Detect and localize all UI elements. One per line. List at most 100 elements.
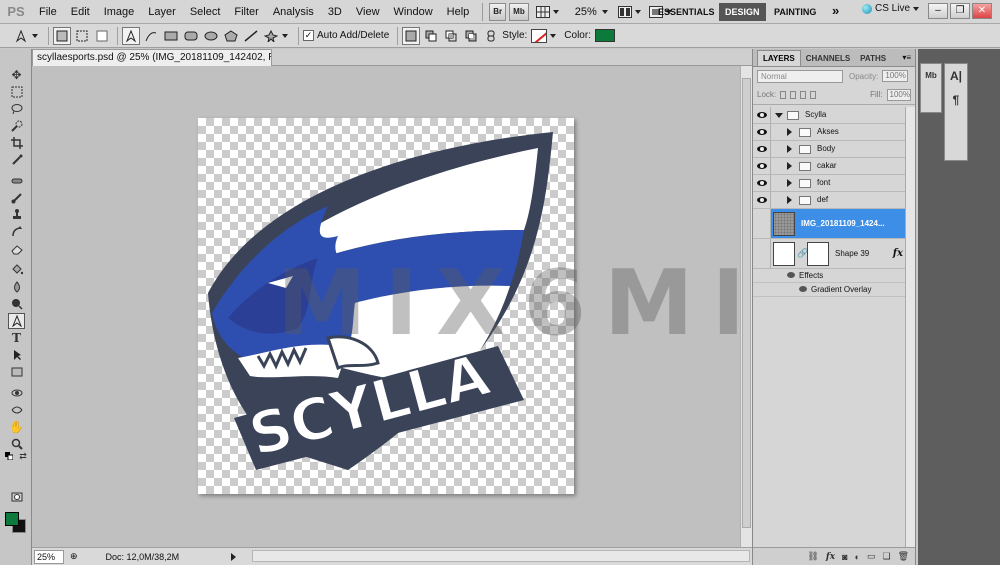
blur-tool-icon[interactable] (8, 279, 25, 295)
workspace-essentials[interactable]: ESSENTIALS (652, 3, 721, 21)
auto-add-delete-checkbox[interactable]: ✓ (303, 30, 314, 41)
lasso-tool-icon[interactable] (8, 101, 25, 117)
layer-group-def[interactable]: def (753, 192, 915, 209)
status-zoom-field[interactable]: 25% (34, 549, 64, 564)
visibility-toggle[interactable] (753, 192, 771, 208)
layer-group-scylla[interactable]: Scylla (753, 107, 915, 124)
expand-arrow-icon[interactable] (787, 196, 792, 204)
layers-scrollbar[interactable] (905, 107, 915, 547)
quick-selection-tool-icon[interactable] (8, 118, 25, 134)
dodge-tool-icon[interactable] (8, 296, 25, 312)
layer-img-selected[interactable]: IMG_20181109_1424... (753, 209, 915, 239)
path-combine-subtract-button[interactable] (422, 27, 440, 45)
lock-image-icon[interactable] (790, 90, 797, 99)
tab-paths[interactable]: PATHS (855, 51, 891, 66)
mini-bridge-panel-icon[interactable]: Mb (921, 64, 941, 88)
expand-arrow-icon[interactable] (787, 145, 792, 153)
menu-image[interactable]: Image (97, 0, 142, 24)
menu-select[interactable]: Select (183, 0, 228, 24)
cs-live-button[interactable]: CS Live (862, 3, 920, 14)
expand-arrow-icon[interactable] (787, 128, 792, 136)
paragraph-panel-icon[interactable]: ¶ (945, 88, 967, 112)
visibility-toggle[interactable] (753, 239, 771, 268)
visibility-toggle[interactable] (753, 124, 771, 140)
lock-position-icon[interactable] (800, 90, 807, 99)
link-layers-icon[interactable]: ⛓ (807, 551, 818, 562)
effect-gradient-overlay-row[interactable]: Gradient Overlay (753, 283, 915, 297)
style-picker[interactable] (531, 28, 548, 43)
swap-colors-icon[interactable]: ⇄ (18, 451, 28, 461)
path-combine-intersect-button[interactable] (442, 27, 460, 45)
fill-field[interactable]: 100% (886, 88, 911, 101)
rounded-rectangle-tool-button[interactable] (182, 27, 200, 45)
menu-3d[interactable]: 3D (321, 0, 349, 24)
rectangle-tool-icon[interactable] (8, 364, 25, 380)
eraser-tool-icon[interactable] (8, 241, 25, 257)
pen-tool-button[interactable] (122, 26, 140, 45)
lock-all-icon[interactable] (810, 90, 817, 99)
foreground-color-swatch[interactable] (5, 512, 19, 526)
visibility-toggle[interactable] (753, 209, 771, 238)
crop-tool-icon[interactable] (8, 135, 25, 151)
effects-row[interactable]: Effects (753, 269, 915, 283)
expand-arrow-icon[interactable] (787, 162, 792, 170)
workspace-painting[interactable]: PAINTING (768, 3, 822, 21)
color-swatch[interactable] (594, 29, 615, 42)
paint-bucket-tool-icon[interactable] (8, 262, 25, 278)
menu-analysis[interactable]: Analysis (266, 0, 321, 24)
opacity-field[interactable]: 100% (882, 70, 909, 82)
freeform-pen-button[interactable] (142, 27, 160, 45)
layer-group-akses[interactable]: Akses (753, 124, 915, 141)
move-tool-icon[interactable]: ✥ (8, 67, 25, 83)
add-style-icon[interactable]: fx (826, 552, 835, 562)
path-selection-tool-icon[interactable] (8, 347, 25, 363)
zoom-preview-icon[interactable]: ⊕ (70, 551, 78, 562)
new-group-icon[interactable]: ▭ (867, 551, 876, 562)
eye-icon[interactable] (787, 272, 795, 278)
layer-group-body[interactable]: Body (753, 141, 915, 158)
zoom-level-dropdown[interactable]: 25% (575, 6, 608, 18)
marquee-tool-icon[interactable] (8, 84, 25, 100)
tab-layers[interactable]: LAYERS (757, 50, 801, 66)
path-combine-add-button[interactable] (402, 26, 421, 45)
eye-icon[interactable] (799, 286, 807, 292)
document-tab[interactable]: scyllaesports.psd @ 25% (IMG_20181109_14… (32, 49, 272, 66)
layer-group-font[interactable]: font (753, 175, 915, 192)
adjustment-layer-icon[interactable]: ◐ (855, 552, 860, 562)
delete-layer-icon[interactable]: 🗑 (898, 551, 909, 562)
visibility-toggle[interactable] (753, 175, 771, 191)
polygon-tool-button[interactable] (222, 27, 240, 45)
quick-mask-icon[interactable] (8, 489, 25, 505)
zoom-tool-icon[interactable] (8, 436, 25, 452)
shape-layers-button[interactable] (53, 26, 71, 45)
custom-shape-tool-button[interactable] (262, 27, 280, 45)
history-brush-tool-icon[interactable] (8, 224, 25, 240)
brush-tool-icon[interactable] (8, 190, 25, 206)
menu-window[interactable]: Window (387, 0, 440, 24)
rectangle-tool-button[interactable] (162, 27, 180, 45)
fx-icon[interactable]: fx (893, 248, 903, 259)
line-tool-button[interactable] (242, 27, 260, 45)
more-workspaces-button[interactable]: » (826, 3, 845, 21)
status-menu-arrow-icon[interactable] (231, 552, 237, 561)
ellipse-tool-button[interactable] (202, 27, 220, 45)
visibility-toggle[interactable] (753, 158, 771, 174)
menu-layer[interactable]: Layer (141, 0, 183, 24)
menu-help[interactable]: Help (440, 0, 477, 24)
menu-filter[interactable]: Filter (227, 0, 265, 24)
close-window-button[interactable]: ✕ (972, 3, 992, 19)
menu-view[interactable]: View (349, 0, 387, 24)
tab-channels[interactable]: CHANNELS (801, 51, 855, 66)
link-style-button[interactable] (482, 27, 500, 45)
3d-rotate-tool-icon[interactable] (8, 385, 25, 401)
type-tool-icon[interactable]: T (8, 330, 25, 346)
panel-menu-icon[interactable]: ▾≡ (902, 53, 911, 62)
visibility-toggle[interactable] (753, 141, 771, 157)
bridge-button[interactable]: Br (489, 2, 507, 21)
blend-mode-select[interactable]: Normal (757, 69, 843, 83)
vertical-scrollbar[interactable] (740, 66, 752, 547)
add-mask-icon[interactable]: ◙ (842, 552, 847, 562)
fill-pixels-button[interactable] (93, 27, 111, 45)
character-panel-icon[interactable]: A| (945, 64, 967, 88)
new-layer-icon[interactable]: ❏ (882, 551, 890, 562)
